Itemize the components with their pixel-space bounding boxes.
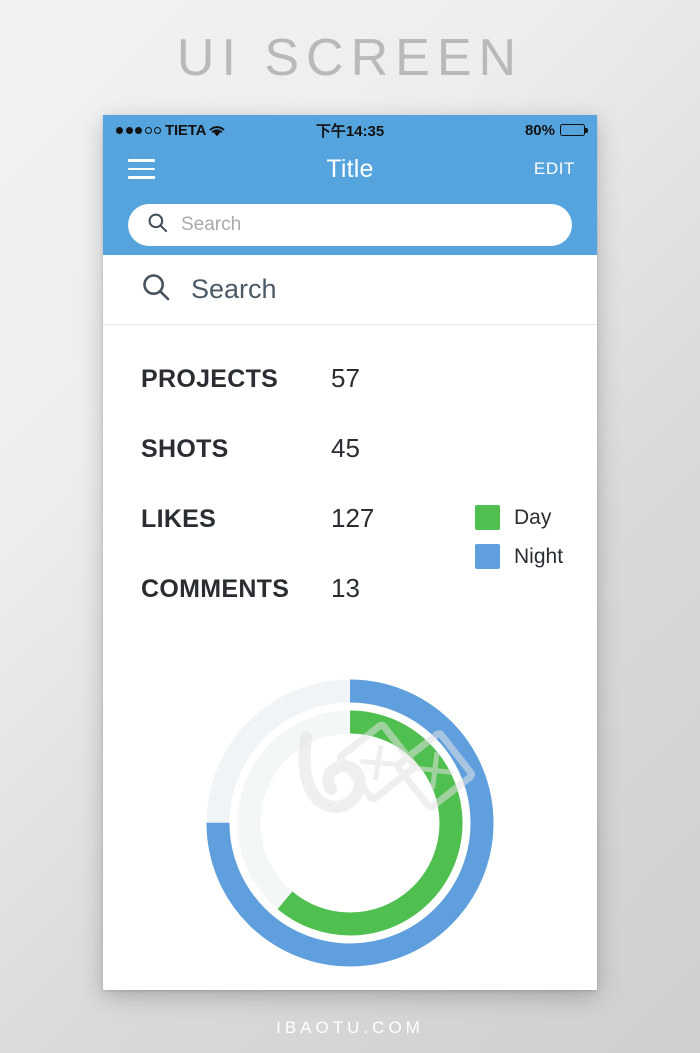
stat-row-comments: COMMENTS 13: [103, 573, 597, 643]
legend-item-night: Night: [475, 544, 563, 569]
navigation-bar: Title EDIT: [103, 145, 597, 193]
chart-legend: Day Night: [475, 505, 563, 569]
stat-label: COMMENTS: [141, 575, 290, 603]
search-list-row[interactable]: Search: [103, 255, 597, 325]
page-title: Title: [326, 154, 374, 183]
edit-button[interactable]: EDIT: [534, 159, 575, 179]
stat-row-shots: SHOTS 45: [103, 433, 597, 503]
search-icon: [147, 212, 168, 238]
stat-label: LIKES: [141, 505, 217, 533]
donut-chart: [103, 663, 597, 990]
stat-label: PROJECTS: [141, 365, 279, 393]
phone-screen: TIETA 下午14:35 80% Title EDIT Search Sear…: [103, 115, 597, 990]
status-bar: TIETA 下午14:35 80%: [103, 115, 597, 145]
legend-item-day: Day: [475, 505, 563, 530]
stat-value: 45: [331, 433, 360, 463]
search-icon: [141, 272, 171, 307]
donut-chart-svg: [206, 679, 494, 967]
search-input[interactable]: Search: [128, 204, 572, 246]
app-header: TIETA 下午14:35 80% Title EDIT Search: [103, 115, 597, 255]
battery-percent-label: 80%: [524, 121, 555, 139]
signal-strength-icon: [116, 126, 161, 134]
stats-list: PROJECTS 57 SHOTS 45 LIKES 127 COMMENTS …: [103, 325, 597, 813]
stat-row-projects: PROJECTS 57: [103, 363, 597, 433]
search-row-label: Search: [191, 274, 277, 304]
footer-brand: IBAOTU.COM: [276, 1018, 424, 1037]
hamburger-menu-icon[interactable]: [128, 159, 155, 179]
search-placeholder: Search: [181, 214, 242, 235]
stat-value: 13: [331, 573, 360, 603]
legend-swatch-day: [475, 505, 500, 530]
carrier-label: TIETA: [165, 121, 207, 139]
stat-value: 57: [331, 363, 360, 393]
status-bar-right: 80%: [524, 121, 588, 139]
status-bar-left: TIETA: [116, 122, 225, 139]
legend-label: Day: [514, 505, 552, 529]
poster-title: UI SCREEN: [176, 29, 524, 87]
battery-icon: [560, 124, 588, 136]
stat-value: 127: [331, 503, 375, 533]
wifi-icon: [209, 124, 225, 137]
legend-label: Night: [514, 544, 564, 568]
stat-label: SHOTS: [141, 435, 229, 463]
legend-swatch-night: [475, 544, 500, 569]
